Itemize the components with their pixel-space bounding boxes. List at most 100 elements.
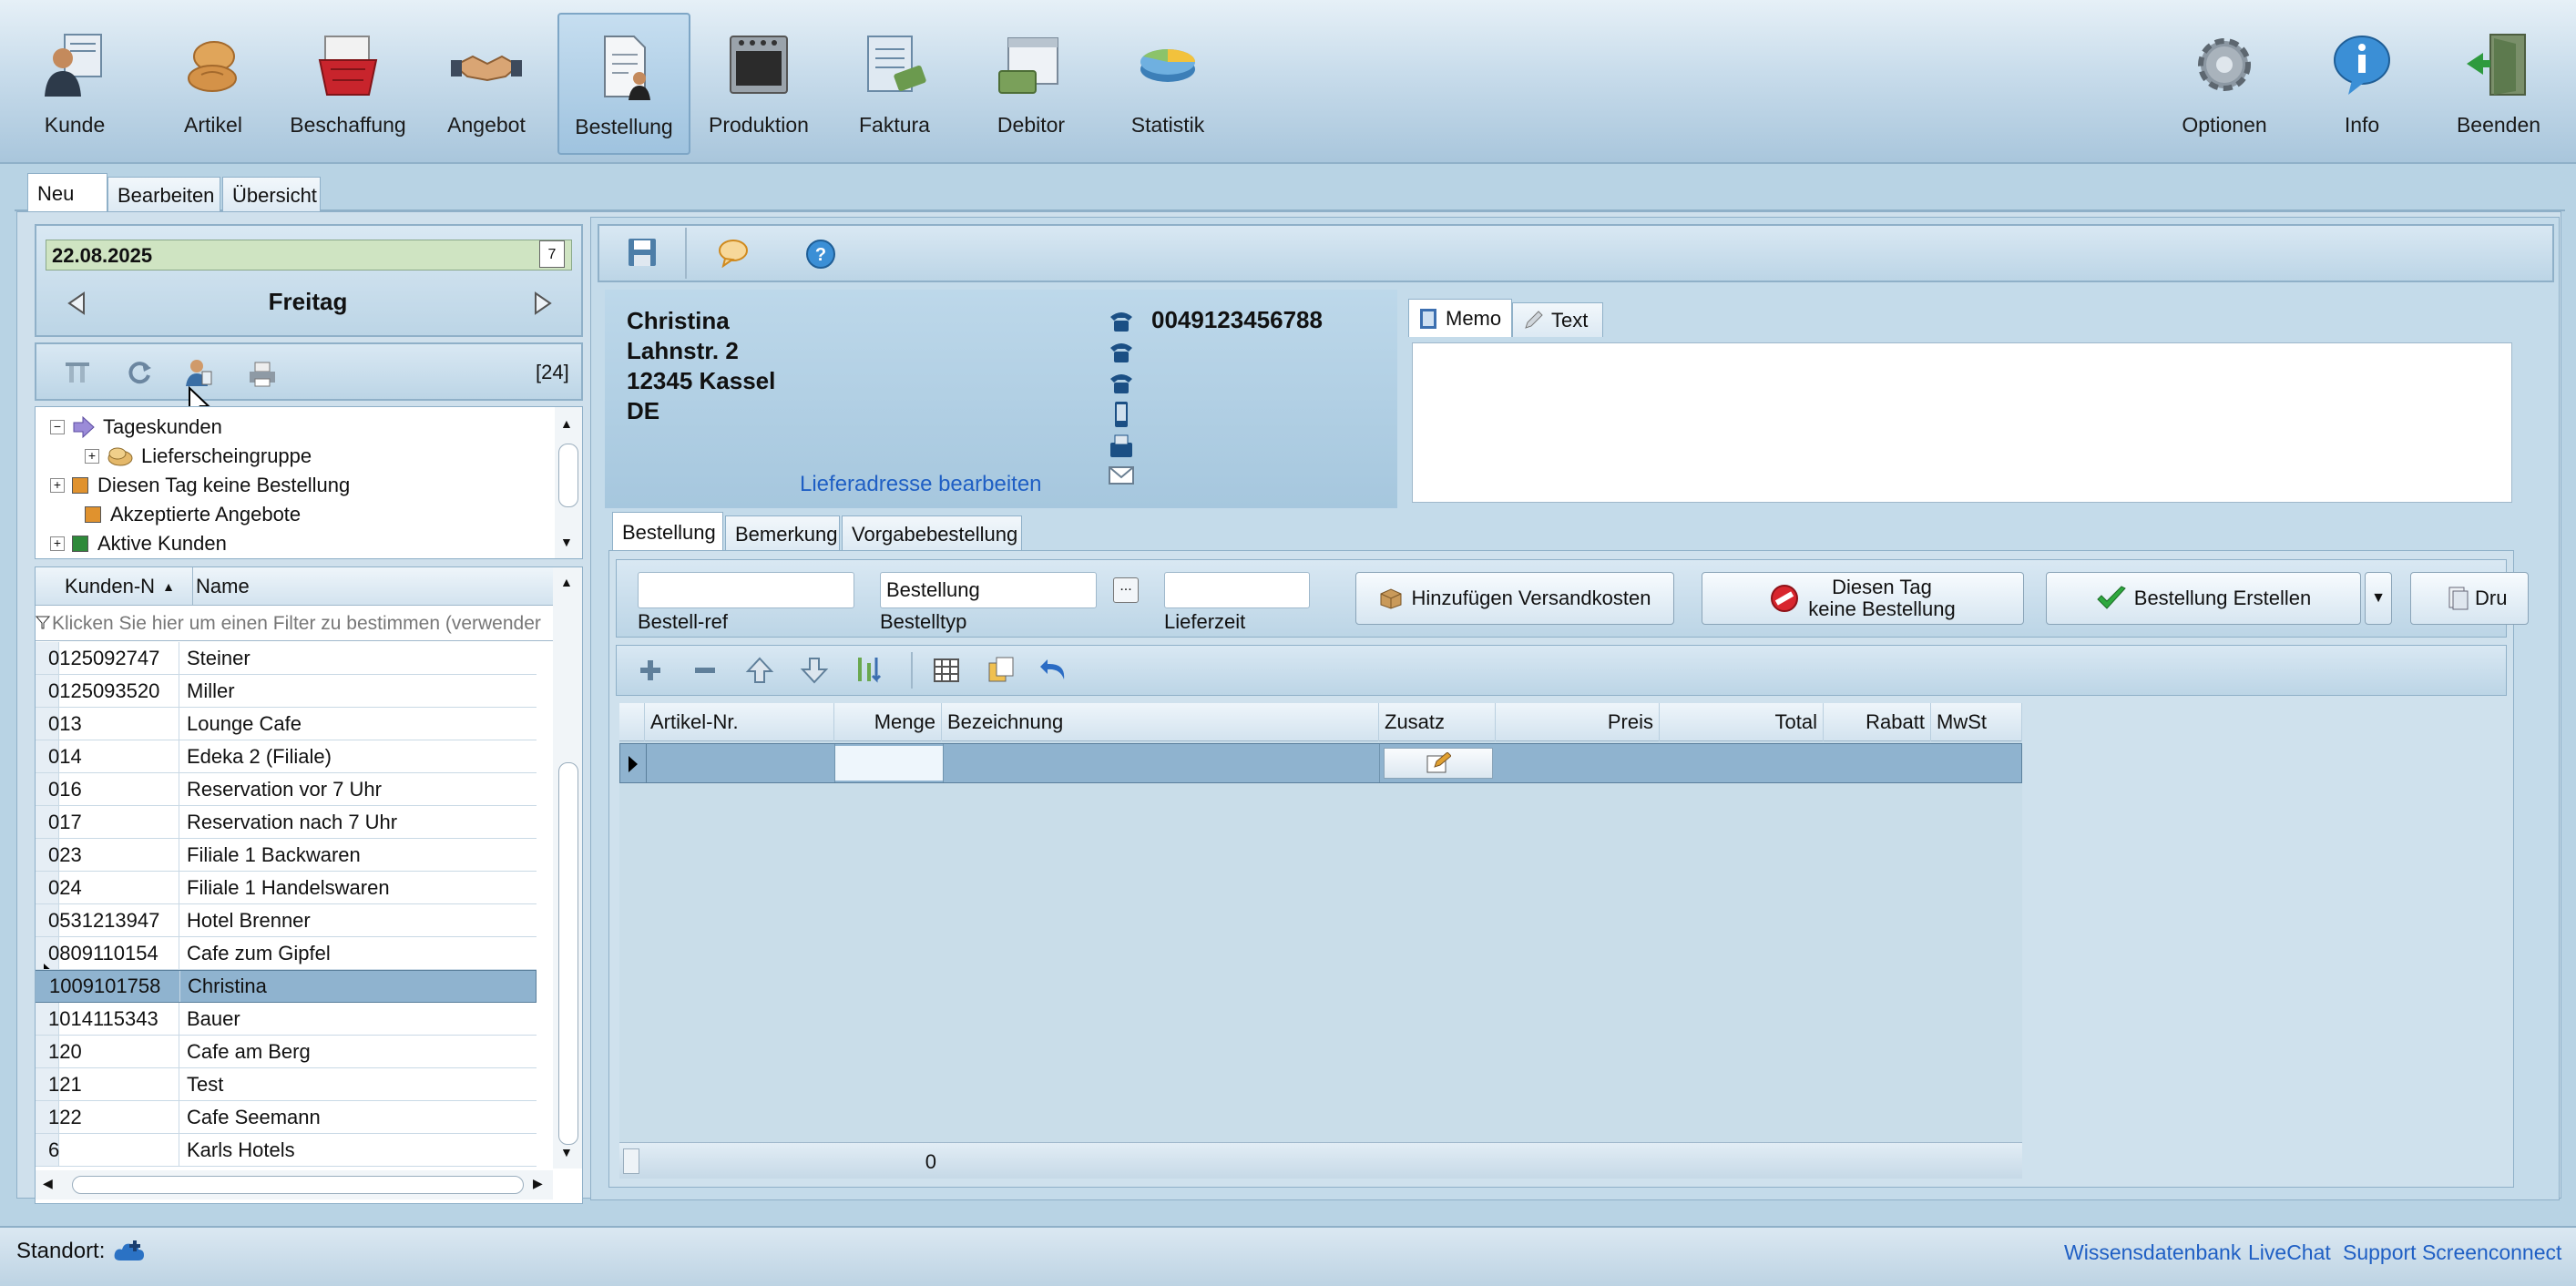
tree-item-keine-bestellung[interactable]: + Diesen Tag keine Bestellung bbox=[50, 471, 350, 500]
tab-bestellung[interactable]: Bestellung bbox=[612, 512, 723, 552]
collapse-tree-icon[interactable] bbox=[64, 359, 91, 386]
table-row[interactable]: 016 Reservation vor 7 Uhr bbox=[36, 773, 537, 806]
expand-toggle-icon[interactable]: + bbox=[50, 478, 65, 493]
column-header-kundennr[interactable]: Kunden-N ▲ bbox=[65, 575, 175, 598]
refresh-icon[interactable] bbox=[126, 359, 153, 386]
sort-numbers-icon[interactable] bbox=[854, 654, 887, 687]
toolbar-produktion-button[interactable]: Produktion bbox=[707, 13, 811, 155]
tab-bemerkung[interactable]: Bemerkung bbox=[725, 515, 840, 552]
filter-row[interactable]: Klicken Sie hier um einen Filter zu best… bbox=[52, 609, 580, 640]
print-icon[interactable] bbox=[248, 361, 277, 388]
add-shipping-costs-button[interactable]: Hinzufügen Versandkosten bbox=[1355, 572, 1674, 625]
tab-uebersicht[interactable]: Übersicht bbox=[222, 177, 321, 213]
memo-textarea[interactable] bbox=[1412, 342, 2512, 503]
tree-item-lieferscheingruppe[interactable]: + Lieferscheingruppe bbox=[85, 442, 312, 471]
table-row[interactable]: 017 Reservation nach 7 Uhr bbox=[36, 806, 537, 839]
scroll-left-icon[interactable]: ◀ bbox=[43, 1176, 53, 1191]
tree-scrollbar[interactable]: ▲ ▼ bbox=[555, 407, 582, 558]
collapse-toggle-icon[interactable]: − bbox=[50, 420, 65, 434]
comment-icon[interactable] bbox=[718, 239, 749, 268]
toolbar-statistik-button[interactable]: Statistik bbox=[1115, 13, 1221, 155]
column-header-mwst[interactable]: MwSt bbox=[1931, 703, 2022, 741]
table-row[interactable]: 0125092747 Steiner bbox=[36, 642, 537, 675]
tab-vorgabebestellung[interactable]: Vorgabebestellung bbox=[842, 515, 1022, 552]
tab-bearbeiten[interactable]: Bearbeiten bbox=[107, 177, 220, 213]
customer-grid-hscroll[interactable]: ◀ ▶ bbox=[36, 1170, 553, 1199]
toolbar-artikel-button[interactable]: Artikel bbox=[158, 13, 268, 155]
toolbar-beenden-button[interactable]: Beenden bbox=[2441, 13, 2556, 155]
add-row-icon[interactable] bbox=[638, 658, 663, 683]
cell-artikelnr[interactable] bbox=[646, 744, 835, 782]
scroll-down-icon[interactable]: ▼ bbox=[560, 535, 573, 549]
table-row[interactable]: 024 Filiale 1 Handelswaren bbox=[36, 872, 537, 904]
help-icon[interactable]: ? bbox=[805, 239, 836, 270]
order-type-select[interactable]: Bestellung bbox=[880, 572, 1097, 608]
next-day-icon[interactable] bbox=[528, 290, 556, 317]
support-screenconnect-link[interactable]: Support Screenconnect bbox=[2343, 1240, 2561, 1265]
tree-item-tageskunden[interactable]: − Tageskunden bbox=[50, 413, 222, 442]
table-row[interactable]: 0125093520 Miller bbox=[36, 675, 537, 708]
table-row[interactable]: 013 Lounge Cafe bbox=[36, 708, 537, 740]
column-header-total[interactable]: Total bbox=[1660, 703, 1824, 741]
order-ref-input[interactable] bbox=[638, 572, 854, 608]
fax-icon[interactable] bbox=[1108, 434, 1135, 459]
table-row[interactable]: 121 Test bbox=[36, 1068, 537, 1101]
table-row[interactable]: 023 Filiale 1 Backwaren bbox=[36, 839, 537, 872]
edit-delivery-address-link[interactable]: Lieferadresse bearbeiten bbox=[800, 472, 1042, 497]
toolbar-bestellung-button[interactable]: Bestellung bbox=[557, 13, 690, 155]
table-row[interactable]: 122 Cafe Seemann bbox=[36, 1101, 537, 1134]
column-header-artikelnr[interactable]: Artikel-Nr. bbox=[645, 703, 834, 741]
order-grid-new-row[interactable] bbox=[619, 743, 2022, 783]
table-row[interactable]: 6 Karls Hotels bbox=[36, 1134, 537, 1167]
column-header-bezeichnung[interactable]: Bezeichnung bbox=[942, 703, 1379, 741]
cell-bezeichnung[interactable] bbox=[943, 744, 1380, 782]
expand-toggle-icon[interactable]: + bbox=[50, 536, 65, 551]
undo-icon[interactable] bbox=[1038, 656, 1069, 683]
delivery-time-input[interactable] bbox=[1164, 572, 1310, 608]
tree-scroll-thumb[interactable] bbox=[558, 444, 578, 507]
move-up-icon[interactable] bbox=[745, 656, 774, 685]
grid-table-icon[interactable] bbox=[933, 658, 960, 683]
remove-row-icon[interactable] bbox=[692, 658, 718, 683]
cell-menge[interactable] bbox=[835, 746, 943, 781]
no-order-today-button[interactable]: Diesen Tag keine Bestellung bbox=[1702, 572, 2024, 625]
column-header-rabatt[interactable]: Rabatt bbox=[1824, 703, 1931, 741]
tree-item-aktive-kunden[interactable]: + Aktive Kunden bbox=[50, 529, 227, 558]
print-order-button[interactable]: Dru bbox=[2410, 572, 2529, 625]
scroll-up-icon[interactable]: ▲ bbox=[560, 416, 573, 431]
customer-grid-hscroll-thumb[interactable] bbox=[72, 1176, 524, 1194]
table-row[interactable]: 1009101758 Christina bbox=[36, 970, 537, 1003]
toolbar-angebot-button[interactable]: Angebot bbox=[432, 13, 541, 155]
tree-item-akzeptierte-angebote[interactable]: Akzeptierte Angebote bbox=[72, 500, 301, 529]
toolbar-kunde-button[interactable]: Kunde bbox=[20, 13, 129, 155]
toolbar-optionen-button[interactable]: Optionen bbox=[2172, 13, 2277, 155]
toolbar-debitor-button[interactable]: Debitor bbox=[978, 13, 1084, 155]
expand-toggle-icon[interactable]: + bbox=[85, 449, 99, 464]
scroll-up-icon[interactable]: ▲ bbox=[560, 575, 573, 589]
table-row[interactable]: 1014115343 Bauer bbox=[36, 1003, 537, 1036]
zusatz-edit-button[interactable] bbox=[1384, 748, 1493, 779]
customer-grid-scroll-thumb[interactable] bbox=[558, 762, 578, 1145]
cloud-location-icon[interactable] bbox=[113, 1239, 146, 1264]
scroll-down-icon[interactable]: ▼ bbox=[560, 1145, 573, 1159]
date-field[interactable]: 22.08.2025 bbox=[46, 240, 572, 270]
toolbar-info-button[interactable]: Info bbox=[2312, 13, 2412, 155]
toolbar-beschaffung-button[interactable]: Beschaffung bbox=[290, 13, 406, 155]
phone-icon[interactable] bbox=[1108, 339, 1135, 364]
save-icon[interactable] bbox=[627, 237, 658, 268]
column-header-name[interactable]: Name bbox=[196, 575, 250, 598]
create-order-button[interactable]: Bestellung Erstellen bbox=[2046, 572, 2361, 625]
table-row[interactable]: 0809110154 Cafe zum Gipfel bbox=[36, 937, 537, 970]
customer-details-icon[interactable] bbox=[186, 357, 213, 388]
email-icon[interactable] bbox=[1108, 464, 1135, 486]
order-type-browse-button[interactable]: ... bbox=[1113, 577, 1139, 603]
table-row[interactable]: 014 Edeka 2 (Filiale) bbox=[36, 740, 537, 773]
tab-neu[interactable]: Neu bbox=[27, 173, 107, 213]
copy-paste-icon[interactable] bbox=[986, 654, 1017, 685]
scroll-right-icon[interactable]: ▶ bbox=[533, 1176, 543, 1191]
column-header-preis[interactable]: Preis bbox=[1496, 703, 1660, 741]
phone-icon[interactable] bbox=[1108, 308, 1135, 333]
create-order-dropdown-button[interactable]: ▼ bbox=[2365, 572, 2392, 625]
column-header-menge[interactable]: Menge bbox=[834, 703, 942, 741]
mobile-phone-icon[interactable] bbox=[1108, 401, 1135, 428]
